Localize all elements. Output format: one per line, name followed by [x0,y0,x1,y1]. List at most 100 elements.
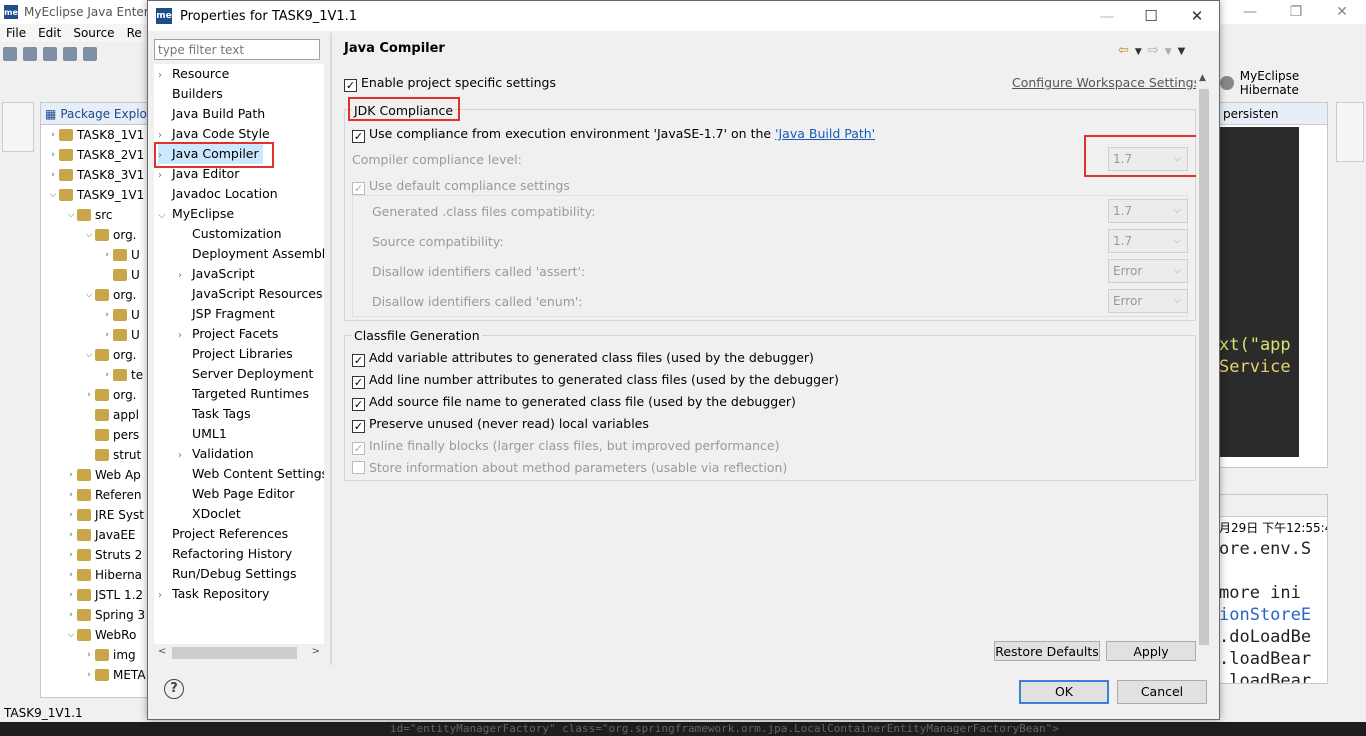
package-tree-item[interactable]: › JSTL 1.2 [41,585,147,605]
chevron-down-icon[interactable]: ⌵ [83,290,95,300]
package-tree-item[interactable]: › JRE Syst [41,505,147,525]
nav-item[interactable]: JSP Fragment [178,304,275,324]
cancel-button[interactable]: Cancel [1117,680,1207,704]
chevron-down-icon[interactable]: ⌵ [83,350,95,360]
scroll-right-icon[interactable]: > [312,646,320,657]
menu-refactor[interactable]: Re [127,26,142,40]
chevron-down-icon[interactable]: ⌵ [83,230,95,240]
ide-close-icon[interactable]: ✕ [1322,0,1362,24]
chevron-right-icon[interactable]: › [65,510,77,520]
dialog-minimize-icon[interactable]: — [1085,1,1129,31]
package-tree-item[interactable]: › U [41,305,147,325]
ok-button[interactable]: OK [1019,680,1109,704]
chevron-right-icon[interactable]: › [178,266,192,286]
classfile-option-checkbox[interactable]: ✓ [352,398,365,411]
package-tree-item[interactable]: › Spring 3 [41,605,147,625]
package-tree-item[interactable]: › te [41,365,147,385]
filter-input[interactable] [154,39,320,60]
package-explorer-tab[interactable]: ▦ Package Explor [41,103,147,125]
chevron-right-icon[interactable]: › [65,570,77,580]
chevron-right-icon[interactable]: › [65,590,77,600]
use-compliance-checkbox[interactable]: ✓ [352,130,365,143]
generated-class-select[interactable]: 1.7 ⌵ [1108,199,1188,223]
package-tree-item[interactable]: › Referen [41,485,147,505]
scroll-up-icon[interactable]: ▲ [1199,73,1206,83]
classfile-option[interactable]: ✓ Inline finally blocks (larger class fil… [352,438,780,455]
package-tree-item[interactable]: U [41,265,147,285]
package-tree-item[interactable]: › Struts 2 [41,545,147,565]
apply-button[interactable]: Apply [1106,641,1196,661]
nav-item[interactable]: Refactoring History [158,544,292,564]
package-tree-item[interactable]: › JavaEE [41,525,147,545]
package-tree-item[interactable]: › Hiberna [41,565,147,585]
chevron-right-icon[interactable]: › [178,446,192,466]
restore-defaults-button[interactable]: Restore Defaults [994,641,1100,661]
use-default-compliance-option[interactable]: ✓ Use default compliance settings [352,178,570,195]
nav-item[interactable]: Server Deployment [178,364,313,384]
package-tree-item[interactable]: › TASK8_1V1 [41,125,147,145]
help-icon[interactable]: ? [164,679,184,699]
nav-item[interactable]: › Java Code Style [158,124,270,144]
classfile-option[interactable]: ✓ Add variable attributes to generated cl… [352,350,814,367]
chevron-right-icon[interactable]: › [101,250,113,260]
package-tree-item[interactable]: pers [41,425,147,445]
classfile-option-checkbox[interactable] [352,461,365,474]
chevron-right-icon[interactable]: › [101,370,113,380]
chevron-right-icon[interactable]: › [178,326,192,346]
chevron-right-icon[interactable]: › [47,130,59,140]
package-tree-item[interactable]: appl [41,405,147,425]
nav-item[interactable]: Java Build Path [158,104,265,124]
nav-item[interactable]: Web Page Editor [178,484,294,504]
nav-item[interactable]: Task Tags [178,404,251,424]
assert-select[interactable]: Error ⌵ [1108,259,1188,283]
chevron-right-icon[interactable]: › [158,586,172,606]
package-tree-item[interactable]: › U [41,325,147,345]
dialog-sash[interactable] [330,33,332,665]
chevron-right-icon[interactable]: › [83,650,95,660]
nav-item[interactable]: Run/Debug Settings [158,564,297,584]
nav-item[interactable]: Deployment Assembl [178,244,324,264]
classfile-option[interactable]: ✓ Add source file name to generated class… [352,394,796,411]
chevron-right-icon[interactable]: › [65,530,77,540]
view-menu-icon[interactable]: ▼ [1178,46,1192,57]
chevron-right-icon[interactable]: › [101,330,113,340]
nav-item[interactable]: JavaScript Resources [178,284,322,304]
scroll-thumb[interactable] [1199,89,1209,645]
chevron-right-icon[interactable]: › [83,670,95,680]
classfile-option-checkbox[interactable]: ✓ [352,376,365,389]
chevron-down-icon[interactable]: ⌵ [65,210,77,220]
page-vertical-scrollbar[interactable]: ▲ [1196,71,1212,661]
classfile-option-checkbox[interactable]: ✓ [352,420,365,433]
nav-item[interactable]: Targeted Runtimes [178,384,309,404]
classfile-option[interactable]: ✓ Add line number attributes to generated… [352,372,839,389]
perspective-hibernate[interactable]: MyEclipse Hibernate [1220,69,1360,97]
ide-maximize-icon[interactable]: ❐ [1276,0,1316,24]
package-tree-item[interactable]: › img [41,645,147,665]
chevron-right-icon[interactable]: › [47,150,59,160]
classfile-option-checkbox[interactable]: ✓ [352,442,365,455]
chevron-down-icon[interactable]: ⌵ [47,190,59,200]
menu-edit[interactable]: Edit [38,26,61,40]
chevron-down-icon[interactable]: ⌵ [158,206,172,226]
nav-item[interactable]: Project Libraries [178,344,293,364]
nav-horizontal-scrollbar[interactable]: < > [154,644,324,662]
ide-minimize-icon[interactable]: — [1230,0,1270,24]
nav-item[interactable]: Javadoc Location [158,184,278,204]
forward-icon[interactable]: ⇨ [1148,43,1165,58]
use-compliance-option[interactable]: ✓ Use compliance from execution environme… [352,126,875,143]
scroll-thumb[interactable] [172,647,297,659]
dialog-close-icon[interactable]: ✕ [1175,1,1219,31]
package-tree-item[interactable]: ⌵ src [41,205,147,225]
editor-tab[interactable]: persisten [1219,103,1327,125]
menu-source[interactable]: Source [73,26,114,40]
classfile-option-checkbox[interactable]: ✓ [352,354,365,367]
enum-select[interactable]: Error ⌵ [1108,289,1188,313]
nav-item[interactable]: Customization [178,224,282,244]
chevron-right-icon[interactable]: › [65,610,77,620]
package-tree-item[interactable]: ⌵ org. [41,285,147,305]
nav-item[interactable]: UML1 [178,424,227,444]
nav-item[interactable]: Web Content Settings [178,464,324,484]
classfile-option[interactable]: ✓ Preserve unused (never read) local vari… [352,416,649,433]
print-icon[interactable] [63,47,77,61]
package-tree-item[interactable]: › U [41,245,147,265]
